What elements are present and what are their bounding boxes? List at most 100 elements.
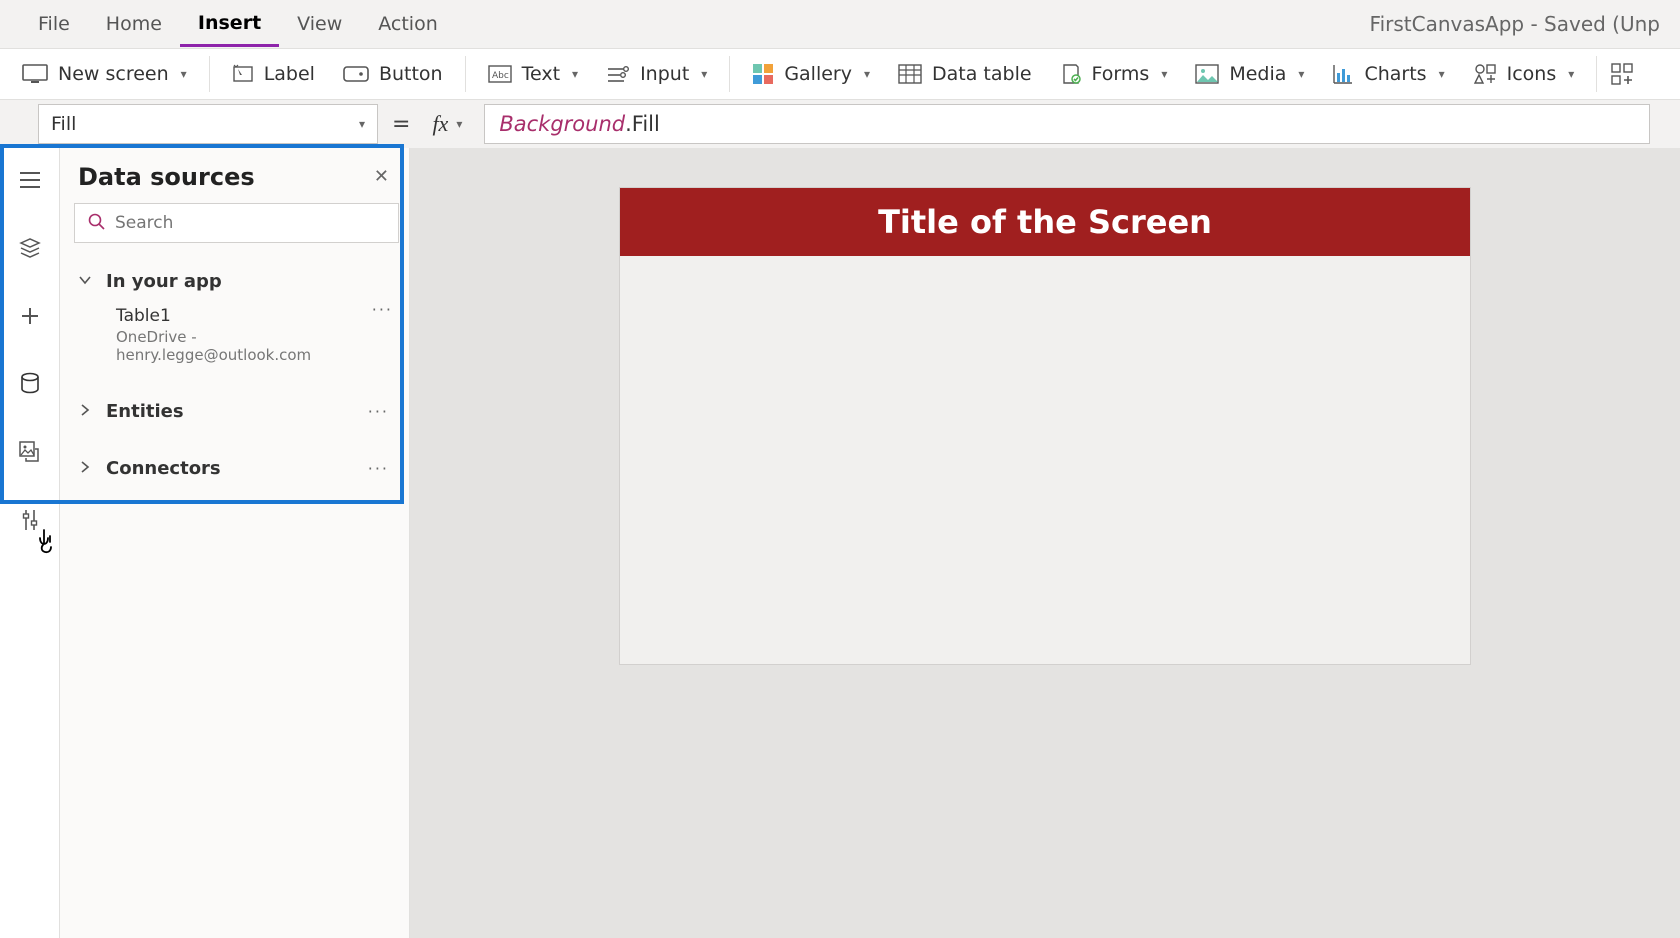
chevron-down-icon: ▾ xyxy=(1161,67,1167,81)
label-button[interactable]: Label xyxy=(220,57,327,91)
menu-bar: File Home Insert View Action FirstCanvas… xyxy=(0,0,1680,48)
chevron-right-icon xyxy=(78,402,92,421)
data-table-label: Data table xyxy=(932,63,1032,85)
chevron-down-icon: ▾ xyxy=(864,67,870,81)
chevron-down-icon: ▾ xyxy=(456,117,462,131)
forms-label: Forms xyxy=(1092,63,1150,85)
divider xyxy=(209,56,210,92)
group-title: Entities xyxy=(106,401,184,422)
panel-title: Data sources xyxy=(78,163,255,191)
label-label: Label xyxy=(264,63,315,85)
group-entities[interactable]: Entities ··· xyxy=(74,394,399,429)
property-selector[interactable]: Fill ▾ xyxy=(38,104,378,144)
more-actions-button[interactable]: ··· xyxy=(366,298,399,321)
close-icon: ✕ xyxy=(374,166,389,187)
chevron-down-icon: ▾ xyxy=(181,67,187,81)
button-button[interactable]: Button xyxy=(331,57,455,91)
app-canvas[interactable]: Title of the Screen xyxy=(620,188,1470,664)
menu-action[interactable]: Action xyxy=(360,3,456,45)
formula-dot: . xyxy=(625,112,632,136)
fx-button[interactable]: fx ▾ xyxy=(424,107,470,141)
icons-button[interactable]: Icons ▾ xyxy=(1461,57,1587,91)
more-actions-button[interactable]: ··· xyxy=(362,400,395,423)
icons-icon xyxy=(1473,63,1497,85)
media-label: Media xyxy=(1229,63,1286,85)
search-icon xyxy=(87,212,105,234)
chevron-down-icon: ▾ xyxy=(1568,67,1574,81)
charts-label: Charts xyxy=(1364,63,1426,85)
formula-object: Background xyxy=(499,112,625,136)
grid-plus-icon xyxy=(1611,63,1633,85)
chevron-right-icon xyxy=(78,459,92,478)
search-box[interactable] xyxy=(74,203,399,243)
icons-label: Icons xyxy=(1507,63,1557,85)
canvas-title: Title of the Screen xyxy=(878,203,1212,241)
advanced-tools-button[interactable] xyxy=(10,500,50,540)
left-rail xyxy=(0,148,60,938)
text-label: Text xyxy=(522,63,560,85)
chevron-down-icon: ▾ xyxy=(359,117,365,131)
chevron-down-icon: ▾ xyxy=(701,67,707,81)
forms-icon xyxy=(1060,63,1082,85)
data-sources-panel: Data sources ✕ In your app xyxy=(60,148,410,938)
menu-insert[interactable]: Insert xyxy=(180,2,279,47)
group-in-your-app[interactable]: In your app xyxy=(74,265,399,298)
menu-view[interactable]: View xyxy=(279,3,360,45)
canvas-area[interactable]: Title of the Screen xyxy=(410,148,1680,938)
canvas-header[interactable]: Title of the Screen xyxy=(620,188,1470,256)
media-button[interactable]: Media ▾ xyxy=(1183,57,1316,91)
text-button[interactable]: Abc Text ▾ xyxy=(476,57,590,91)
input-label: Input xyxy=(640,63,689,85)
insert-button[interactable] xyxy=(10,296,50,336)
addins-button[interactable] xyxy=(1607,57,1637,91)
gallery-icon xyxy=(752,63,774,85)
tree-view-button[interactable] xyxy=(10,228,50,268)
input-icon xyxy=(606,64,630,84)
button-label: Button xyxy=(379,63,443,85)
datasource-subtitle: OneDrive - henry.legge@outlook.com xyxy=(116,328,362,364)
close-panel-button[interactable]: ✕ xyxy=(370,162,393,191)
chevron-down-icon: ▾ xyxy=(1298,67,1304,81)
datasource-item[interactable]: Table1 OneDrive - henry.legge@outlook.co… xyxy=(74,298,366,372)
divider xyxy=(1596,56,1597,92)
new-screen-label: New screen xyxy=(58,63,169,85)
formula-input[interactable]: Background.Fill xyxy=(484,104,1650,144)
divider xyxy=(729,56,730,92)
gallery-label: Gallery xyxy=(784,63,852,85)
hamburger-button[interactable] xyxy=(10,160,50,200)
charts-button[interactable]: Charts ▾ xyxy=(1320,57,1456,91)
svg-text:Abc: Abc xyxy=(492,71,509,81)
group-title: Connectors xyxy=(106,458,221,479)
search-input[interactable] xyxy=(115,213,386,233)
gallery-button[interactable]: Gallery ▾ xyxy=(740,57,882,91)
data-table-button[interactable]: Data table xyxy=(886,57,1044,91)
datatable-icon xyxy=(898,64,922,84)
chevron-down-icon: ▾ xyxy=(572,67,578,81)
formula-prop: Fill xyxy=(632,112,660,136)
charts-icon xyxy=(1332,63,1354,85)
text-icon: Abc xyxy=(488,65,512,83)
forms-button[interactable]: Forms ▾ xyxy=(1048,57,1180,91)
formula-bar: Fill ▾ = fx ▾ Background.Fill xyxy=(0,100,1680,148)
media-rail-button[interactable] xyxy=(10,432,50,472)
ribbon: New screen ▾ Label Button Abc Text ▾ Inp… xyxy=(0,48,1680,100)
divider xyxy=(465,56,466,92)
button-icon xyxy=(343,64,369,84)
app-title: FirstCanvasApp - Saved (Unp xyxy=(1370,12,1660,36)
media-icon xyxy=(1195,64,1219,84)
group-title: In your app xyxy=(106,271,222,292)
group-connectors[interactable]: Connectors ··· xyxy=(74,451,399,486)
equals-sign: = xyxy=(392,112,410,137)
input-button[interactable]: Input ▾ xyxy=(594,57,719,91)
chevron-down-icon xyxy=(78,272,92,291)
screen-icon xyxy=(22,64,48,84)
fx-icon: fx xyxy=(432,111,448,137)
chevron-down-icon: ▾ xyxy=(1439,67,1445,81)
more-actions-button[interactable]: ··· xyxy=(362,457,395,480)
property-name: Fill xyxy=(51,113,76,135)
main-area: Data sources ✕ In your app xyxy=(0,148,1680,938)
data-sources-button[interactable] xyxy=(10,364,50,404)
menu-file[interactable]: File xyxy=(20,3,88,45)
menu-home[interactable]: Home xyxy=(88,3,180,45)
new-screen-button[interactable]: New screen ▾ xyxy=(10,57,199,91)
